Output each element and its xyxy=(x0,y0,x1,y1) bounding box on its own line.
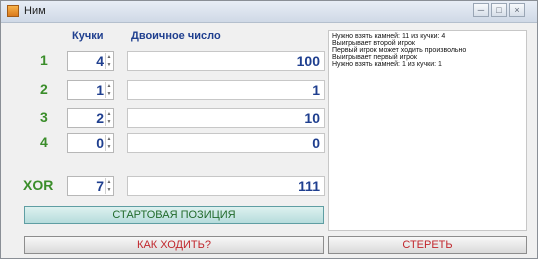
pile-3-binary-field: 10 xyxy=(127,108,325,128)
xor-binary-field: 111 xyxy=(127,176,325,196)
row-label-1: 1 xyxy=(40,52,48,68)
spin-down-icon[interactable]: ▼ xyxy=(106,61,112,69)
log-line: Первый игрок может ходить произвольно xyxy=(332,47,467,54)
pile-3-value: 2 xyxy=(96,110,104,126)
close-button[interactable]: × xyxy=(509,3,525,17)
pile-1-binary: 100 xyxy=(296,53,320,69)
spin-up-icon[interactable]: ▲ xyxy=(106,178,112,186)
spin-up-icon[interactable]: ▲ xyxy=(106,53,112,61)
spin-up-icon[interactable]: ▲ xyxy=(106,110,112,118)
xor-value: 7 xyxy=(96,178,104,194)
minimize-icon: ─ xyxy=(477,5,485,15)
pile-3-spinner[interactable]: ▲ ▼ xyxy=(105,110,112,126)
how-to-move-button[interactable]: КАК ХОДИТЬ? xyxy=(24,236,324,254)
xor-stepper[interactable]: 7 ▲ ▼ xyxy=(67,176,114,196)
minimize-button[interactable]: ─ xyxy=(473,3,489,17)
row-label-2: 2 xyxy=(40,81,48,97)
binary-heading: Двоичное число xyxy=(131,30,221,42)
log-line: Нужно взять камней: 11 из кучки: 4 xyxy=(332,33,446,40)
pile-4-spinner[interactable]: ▲ ▼ xyxy=(105,135,112,151)
pile-2-spinner[interactable]: ▲ ▼ xyxy=(105,82,112,98)
log-line: Выигрывает второй игрок xyxy=(332,40,415,47)
pile-4-binary: 0 xyxy=(312,135,320,151)
log-line: Нужно взять камней: 1 из кучки: 1 xyxy=(332,61,442,68)
spin-up-icon[interactable]: ▲ xyxy=(106,135,112,143)
clear-button[interactable]: СТЕРЕТЬ xyxy=(328,236,527,254)
row-label-4: 4 xyxy=(40,134,48,150)
spin-down-icon[interactable]: ▼ xyxy=(106,143,112,151)
spin-up-icon[interactable]: ▲ xyxy=(106,82,112,90)
pile-2-binary-field: 1 xyxy=(127,80,325,100)
spin-down-icon[interactable]: ▼ xyxy=(106,90,112,98)
xor-spinner[interactable]: ▲ ▼ xyxy=(105,178,112,194)
pile-4-stepper[interactable]: 0 ▲ ▼ xyxy=(67,133,114,153)
pile-1-binary-field: 100 xyxy=(127,51,325,71)
pile-2-value: 1 xyxy=(96,82,104,98)
pile-2-stepper[interactable]: 1 ▲ ▼ xyxy=(67,80,114,100)
log-line: Выигрывает первый игрок xyxy=(332,54,417,61)
app-icon xyxy=(7,5,19,17)
xor-label: XOR xyxy=(23,177,54,193)
spin-down-icon[interactable]: ▼ xyxy=(106,118,112,126)
pile-4-binary-field: 0 xyxy=(127,133,325,153)
xor-binary: 111 xyxy=(298,178,320,194)
maximize-button[interactable]: □ xyxy=(491,3,507,17)
pile-1-stepper[interactable]: 4 ▲ ▼ xyxy=(67,51,114,71)
piles-heading: Кучки xyxy=(72,30,104,42)
maximize-icon: □ xyxy=(496,5,502,15)
start-position-button[interactable]: СТАРТОВАЯ ПОЗИЦИЯ xyxy=(24,206,324,224)
log-textbox[interactable]: Нужно взять камней: 11 из кучки: 4 Выигр… xyxy=(328,30,527,231)
pile-2-binary: 1 xyxy=(312,82,320,98)
pile-3-stepper[interactable]: 2 ▲ ▼ xyxy=(67,108,114,128)
pile-1-value: 4 xyxy=(96,53,104,69)
pile-4-value: 0 xyxy=(96,135,104,151)
close-icon: × xyxy=(514,5,520,15)
row-label-3: 3 xyxy=(40,109,48,125)
title-bar: Ним ─ □ × xyxy=(1,1,537,23)
pile-1-spinner[interactable]: ▲ ▼ xyxy=(105,53,112,69)
pile-3-binary: 10 xyxy=(304,110,320,126)
nim-window: Ним ─ □ × Кучки Двоичное число 1 4 ▲ ▼ 1… xyxy=(0,0,538,259)
spin-down-icon[interactable]: ▼ xyxy=(106,186,112,194)
window-title: Ним xyxy=(24,5,46,17)
